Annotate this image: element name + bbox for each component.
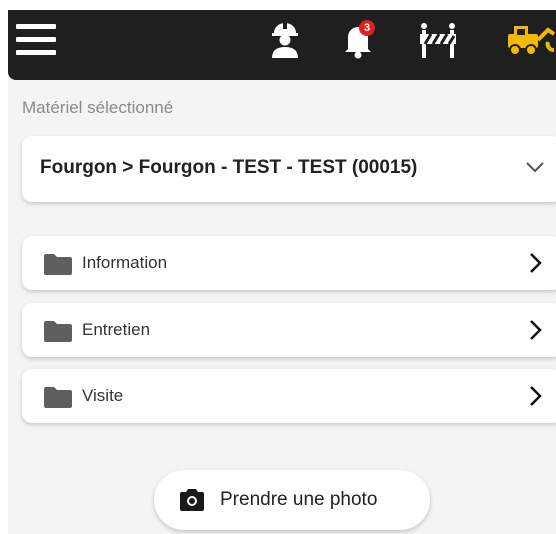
vehicle-icon[interactable] <box>504 20 556 60</box>
chevron-right-icon <box>530 253 542 273</box>
app-screen: 3 Matériel sélectionné Fourgon > Fourgon… <box>8 10 556 534</box>
take-photo-button[interactable]: Prendre une photo <box>154 470 430 530</box>
folder-row-entretien[interactable]: Entretien <box>22 303 556 357</box>
folder-label: Entretien <box>82 320 151 339</box>
equipment-select[interactable]: Fourgon > Fourgon - TEST - TEST (00015) <box>22 136 556 202</box>
chevron-down-icon <box>526 162 544 173</box>
top-bar: 3 <box>8 10 556 80</box>
selected-equipment-label: Matériel sélectionné <box>22 98 174 117</box>
barrier-icon[interactable] <box>417 20 459 60</box>
folder-label: Information <box>82 253 168 272</box>
folder-icon <box>44 254 72 275</box>
equipment-select-value: Fourgon > Fourgon - TEST - TEST (00015) <box>40 157 418 178</box>
worker-icon[interactable] <box>268 20 302 60</box>
notification-badge: 3 <box>359 20 375 36</box>
chevron-right-icon <box>530 320 542 340</box>
folder-row-information[interactable]: Information <box>22 236 556 290</box>
menu-icon[interactable] <box>16 22 56 58</box>
chevron-right-icon <box>530 386 542 406</box>
folder-label: Visite <box>82 386 124 405</box>
bell-icon[interactable]: 3 <box>340 20 376 60</box>
take-photo-label: Prendre une photo <box>220 489 378 510</box>
folder-icon <box>44 321 72 342</box>
folder-row-visite[interactable]: Visite <box>22 369 556 423</box>
camera-icon <box>180 489 204 511</box>
folder-icon <box>44 387 72 408</box>
